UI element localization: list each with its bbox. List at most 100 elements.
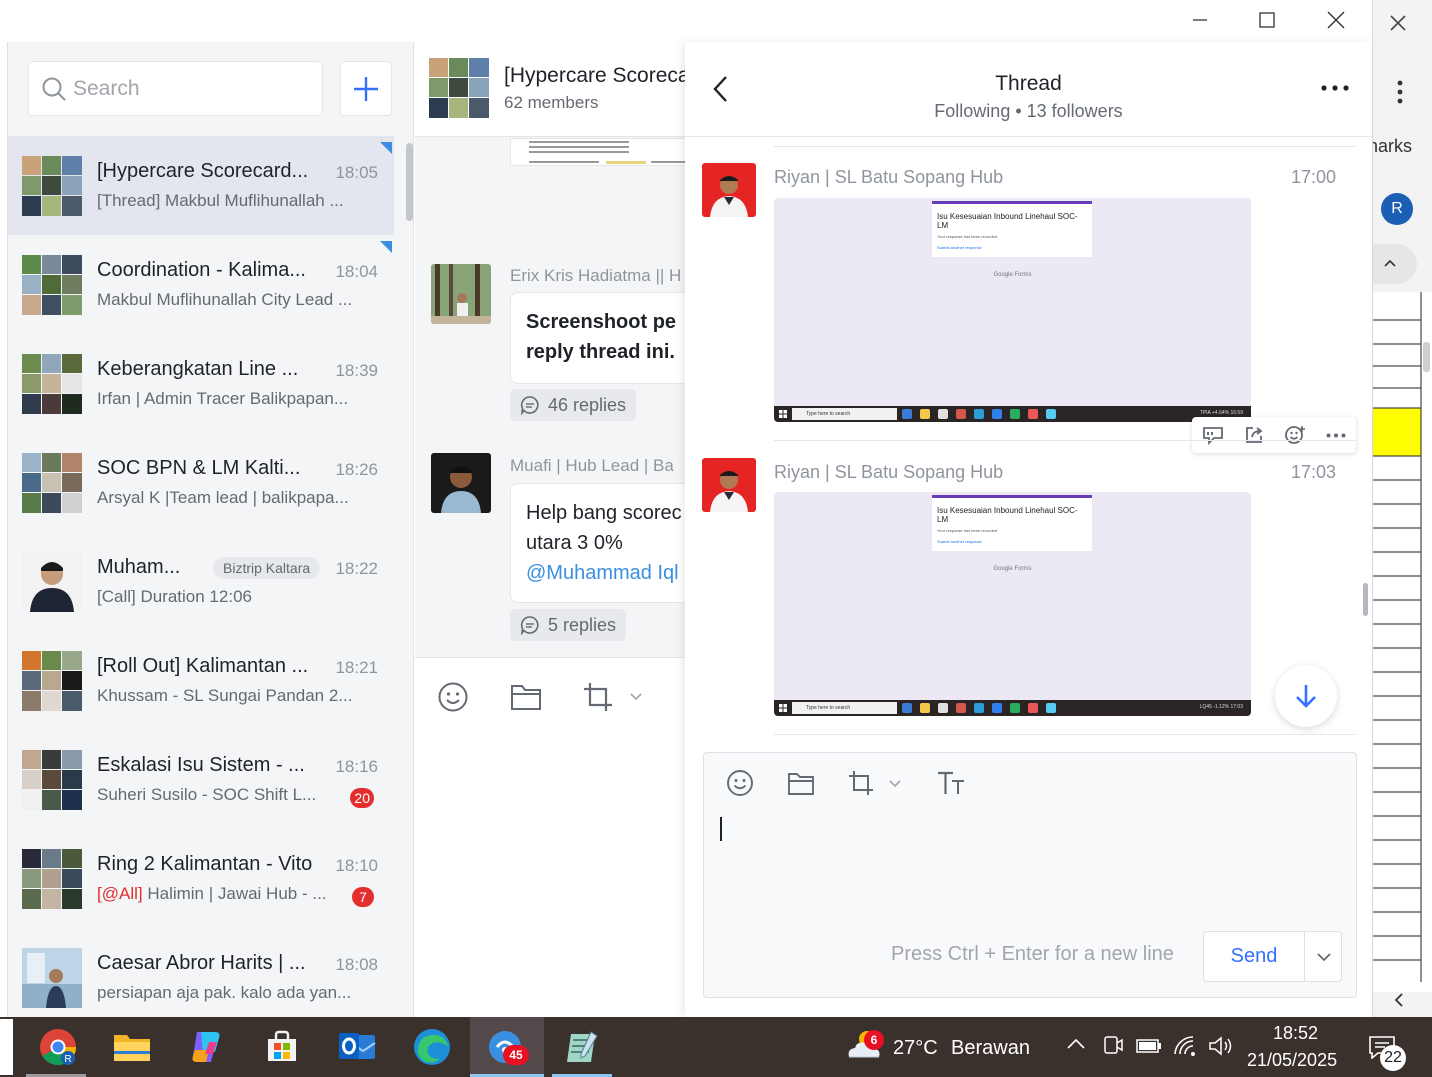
- chat-preview: [Call] Duration 12:06: [97, 587, 252, 606]
- screenshot-image[interactable]: Isu Kesesuaian Inbound Linehaul SOC-LM Y…: [774, 492, 1251, 716]
- embedded-clock: 17:03: [1230, 704, 1243, 710]
- pinned-marker: [380, 142, 392, 154]
- thread-composer[interactable]: Press Ctrl + Enter for a new line Send: [703, 752, 1357, 998]
- group-composer: [415, 657, 685, 1017]
- emoji-icon[interactable]: [437, 681, 469, 713]
- message-bubble[interactable]: Screenshoot pe reply thread ini.: [510, 292, 685, 384]
- chat-name: Keberangkatan Line ...: [97, 358, 299, 380]
- file-explorer-icon[interactable]: [110, 1025, 154, 1069]
- close-button[interactable]: [1313, 0, 1359, 40]
- message-time: 17:03: [1290, 462, 1336, 482]
- chat-item-soc-bpn[interactable]: SOC BPN & LM Kalti... 18:26 Arsyal K |Te…: [8, 433, 394, 532]
- message-sender: Riyan | SL Batu Sopang Hub: [774, 167, 1004, 187]
- meet-now-icon[interactable]: [1103, 1035, 1123, 1057]
- bookmarks-partial-label: narks: [1372, 136, 1413, 156]
- start-edge[interactable]: [0, 1019, 13, 1075]
- chat-preview: persiapan aja pak. kalo ada yan...: [97, 983, 352, 1002]
- chat-preview: Arsyal K |Team lead | balikpapa...: [97, 488, 349, 507]
- chat-item-coordination[interactable]: Coordination - Kalima... 18:04 Makbul Mu…: [8, 235, 394, 334]
- group-member-count[interactable]: 62 members: [504, 93, 598, 113]
- screenshot-image[interactable]: Isu Kesesuaian Inbound Linehaul SOC-LM Y…: [774, 198, 1251, 422]
- folder-icon[interactable]: [510, 683, 542, 711]
- chat-item-caesar[interactable]: Caesar Abror Harits | ... 18:08 persiapa…: [8, 928, 394, 1017]
- sender-avatar[interactable]: [431, 264, 491, 324]
- volume-icon[interactable]: [1208, 1035, 1234, 1057]
- clock-time[interactable]: 18:52: [1273, 1023, 1318, 1044]
- sender-avatar[interactable]: [702, 163, 756, 217]
- previous-image-fragment[interactable]: [510, 138, 685, 166]
- mention-link[interactable]: @Muhammad Iql: [526, 558, 685, 588]
- chat-item-roll-out[interactable]: [Roll Out] Kalimantan ... 18:21 Khussam …: [8, 631, 394, 730]
- chrome-icon[interactable]: R: [36, 1025, 80, 1069]
- edge-icon[interactable]: [410, 1025, 454, 1069]
- forward-icon[interactable]: [1244, 425, 1264, 445]
- microsoft-store-icon[interactable]: [260, 1025, 304, 1069]
- form-card: Isu Kesesuaian Inbound Linehaul SOC-LM Y…: [932, 201, 1092, 257]
- clock-date[interactable]: 21/05/2025: [1247, 1050, 1337, 1071]
- maximize-button[interactable]: [1244, 0, 1290, 40]
- battery-icon[interactable]: [1136, 1038, 1162, 1054]
- add-chat-button[interactable]: [340, 61, 392, 116]
- chat-item-keberangkatan[interactable]: Keberangkatan Line ... 18:39 Irfan | Adm…: [8, 334, 394, 433]
- screenshot-crop-icon[interactable]: [847, 769, 875, 797]
- thread-scrollbar[interactable]: [1363, 583, 1368, 616]
- scroll-to-bottom-button[interactable]: [1275, 665, 1337, 727]
- thread-panel: Thread Following • 13 followers Riyan | …: [685, 42, 1372, 1017]
- profile-avatar[interactable]: R: [1381, 193, 1413, 225]
- chat-name: Coordination - Kalima...: [97, 259, 306, 281]
- group-title[interactable]: [Hypercare Scoreca: [504, 64, 685, 88]
- sender-avatar[interactable]: [702, 458, 756, 512]
- chat-preview: Khussam - SL Sungai Pandan 2...: [97, 686, 353, 705]
- chat-item-ring-2[interactable]: Ring 2 Kalimantan - Vito 18:10 [@All] Ha…: [8, 829, 394, 928]
- minimize-button[interactable]: [1177, 0, 1223, 40]
- send-button[interactable]: Send: [1204, 932, 1305, 981]
- chevron-left-icon[interactable]: [1393, 992, 1405, 1008]
- more-options-icon[interactable]: [1321, 85, 1349, 91]
- send-options-button[interactable]: [1305, 932, 1342, 981]
- weather-temperature[interactable]: 27°C: [893, 1037, 938, 1060]
- sidebar-scrollbar[interactable]: [406, 143, 413, 221]
- chevron-down-icon[interactable]: [629, 692, 643, 702]
- screenshot-crop-icon[interactable]: [582, 681, 614, 713]
- chevron-down-icon[interactable]: [888, 779, 902, 789]
- message-bubble[interactable]: Help bang scorec utara 3 0% @Muhammad Iq…: [510, 483, 685, 603]
- more-actions-icon[interactable]: [1326, 433, 1346, 438]
- text-format-icon[interactable]: [936, 769, 966, 797]
- form-footer: Google Forms: [993, 566, 1032, 572]
- kebab-menu-icon[interactable]: [1397, 80, 1403, 104]
- thread-followers[interactable]: Following • 13 followers: [685, 101, 1372, 122]
- group-avatar[interactable]: [429, 58, 489, 118]
- replies-count: 46 replies: [548, 394, 627, 415]
- sender-avatar[interactable]: [431, 453, 491, 513]
- chat-time: 18:26: [335, 460, 378, 479]
- chevron-up-icon[interactable]: [1066, 1038, 1086, 1050]
- search-input[interactable]: Search: [28, 61, 323, 116]
- chat-time: 18:08: [335, 955, 378, 974]
- embedded-clock: 16:59: [1230, 410, 1243, 416]
- wifi-icon[interactable]: [1173, 1035, 1197, 1057]
- chat-item-eskalasi[interactable]: Eskalasi Isu Sistem - ... 18:16 Suheri S…: [8, 730, 394, 829]
- thread-replies-button[interactable]: 5 replies: [510, 609, 627, 641]
- chat-preview: [Thread] Makbul Muflihunallah ...: [97, 191, 344, 210]
- chat-name: [Hypercare Scorecard...: [97, 160, 309, 182]
- form-link: Submit another response: [937, 539, 982, 544]
- emoji-icon[interactable]: [726, 769, 754, 797]
- outlook-icon[interactable]: [335, 1025, 379, 1069]
- message-divider: [774, 146, 1356, 147]
- background-close-icon[interactable]: [1385, 10, 1411, 36]
- weather-description[interactable]: Berawan: [951, 1037, 1030, 1060]
- thread-replies-button[interactable]: 46 replies: [510, 389, 637, 421]
- pinned-marker: [380, 241, 392, 253]
- chat-item-muham[interactable]: Muham... Biztrip Kaltara 18:22 [Call] Du…: [8, 532, 394, 631]
- add-reaction-icon[interactable]: [1284, 424, 1306, 446]
- quote-reply-icon[interactable]: [1202, 425, 1224, 445]
- collapse-button[interactable]: [1373, 244, 1417, 284]
- arrow-down-icon: [1296, 685, 1316, 708]
- group-avatar: [22, 750, 82, 810]
- copilot-icon[interactable]: [184, 1025, 228, 1069]
- notepad-icon[interactable]: [560, 1025, 604, 1069]
- chat-item-hypercare-scorecard[interactable]: [Hypercare Scorecard... 18:05 [Thread] M…: [8, 136, 394, 235]
- chat-name: Caesar Abror Harits | ...: [97, 952, 306, 974]
- spreadsheet-scrollbar[interactable]: [1423, 342, 1430, 372]
- folder-icon[interactable]: [787, 771, 815, 796]
